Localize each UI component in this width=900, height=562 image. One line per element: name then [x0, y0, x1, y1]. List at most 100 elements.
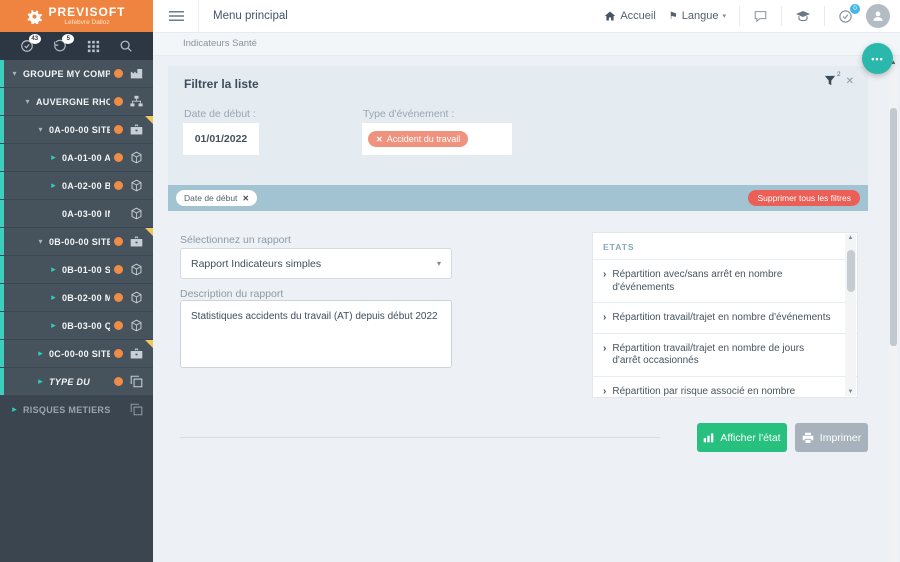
tree-item-label: 0A-02-00 BU [62, 180, 110, 191]
tree-item-label: 0A-00-00 SITE D [49, 124, 110, 135]
show-report-button[interactable]: Afficher l'état [697, 423, 787, 452]
home-icon [604, 10, 616, 22]
event-type-input[interactable]: ✕ Accident du travail [362, 123, 512, 155]
report-select-value: Rapport Indicateurs simples [191, 257, 322, 270]
tree-chevron-icon[interactable]: ▸ [34, 348, 47, 359]
tree-item[interactable]: ▾ AUVERGNE RHON [0, 88, 153, 116]
tree-item[interactable]: ▸ 0A-01-00 ATI [0, 144, 153, 172]
briefcase-icon [130, 235, 144, 248]
tasks-badge: 43 [28, 34, 41, 44]
status-dot [114, 377, 123, 386]
etat-item[interactable]: › Répartition travail/trajet en nombre d… [593, 303, 857, 334]
gears-logo-icon [27, 9, 43, 24]
clear-all-filters-button[interactable]: Supprimer tous les filtres [748, 190, 860, 206]
etats-list: › Répartition avec/sans arrêt en nombre … [593, 260, 857, 398]
cube-icon [130, 263, 144, 276]
tree-item-label: 0B-02-00 MA [62, 292, 110, 303]
history-badge: 5 [62, 34, 75, 44]
active-indicator [0, 200, 4, 227]
tree-item[interactable]: ▸ 0B-02-00 MA [0, 284, 153, 312]
scroll-down-icon[interactable]: ▼ [848, 388, 854, 396]
tree-item[interactable]: ▸ 0B-01-00 SIT [0, 256, 153, 284]
search-icon[interactable] [119, 39, 133, 53]
etat-item[interactable]: › Répartition avec/sans arrêt en nombre … [593, 260, 857, 303]
industry-icon [130, 67, 144, 80]
cube-icon [130, 291, 144, 304]
breadcrumb: Indicateurs Santé [183, 38, 257, 49]
tree-item[interactable]: ▾ GROUPE MY COMPAI [0, 60, 153, 88]
active-indicator [0, 144, 4, 171]
cube-icon [130, 151, 144, 164]
filter-chip[interactable]: Date de début ✕ [176, 190, 258, 206]
user-avatar[interactable] [866, 4, 890, 28]
tree-chevron-icon[interactable]: ▾ [21, 97, 34, 106]
home-link[interactable]: Accueil [604, 10, 656, 22]
filter-panel: Filtrer la liste 2 ✕ Date de début : Typ… [168, 66, 868, 185]
etat-item[interactable]: › Répartition par risque associé en nomb… [593, 377, 857, 398]
report-select[interactable]: Rapport Indicateurs simples ▾ [180, 248, 452, 279]
filter-count: 2 [836, 71, 841, 78]
etat-item-label: Répartition avec/sans arrêt en nombre d'… [612, 269, 783, 293]
tree-chevron-icon[interactable]: ▾ [34, 125, 47, 134]
remove-tag-icon[interactable]: ✕ [376, 135, 383, 144]
tree-chevron-icon[interactable]: ▾ [34, 237, 47, 246]
validations-badge: 0 [850, 3, 860, 14]
messages-icon[interactable] [753, 9, 768, 23]
active-indicator [0, 228, 4, 255]
event-tag-label: Accident du travail [386, 134, 461, 144]
tree-chevron-icon[interactable]: ▾ [8, 69, 21, 78]
status-dot [114, 69, 123, 78]
apps-grid-icon[interactable] [87, 40, 100, 53]
tree-chevron-icon[interactable]: ▸ [8, 404, 21, 415]
scrollbar-thumb[interactable] [890, 108, 897, 346]
main-content: Filtrer la liste 2 ✕ Date de début : Typ… [153, 56, 900, 562]
sidebar-iconbar: 43 5 [0, 32, 153, 60]
report-desc-textarea[interactable]: Statistiques accidents du travail (AT) d… [180, 300, 452, 368]
tree-item-label: 0A-01-00 ATI [62, 152, 110, 163]
history-icon[interactable]: 5 [53, 34, 75, 53]
tree-item[interactable]: ▸ RISQUES METIERS TR [0, 396, 153, 424]
home-label: Accueil [620, 10, 656, 22]
filter-icon[interactable]: 2 [824, 71, 841, 87]
tree-item[interactable]: ▸ 0B-03-00 QU [0, 312, 153, 340]
tree-chevron-icon[interactable]: ▸ [34, 376, 47, 387]
page-scrollbar[interactable]: ▲ [889, 56, 898, 562]
tree-chevron-icon[interactable]: ▸ [47, 292, 60, 303]
active-indicator [0, 312, 4, 339]
print-button[interactable]: Imprimer [795, 423, 868, 452]
tree-chevron-icon[interactable]: ▸ [47, 320, 60, 331]
status-dot [114, 237, 123, 246]
status-dot [114, 293, 123, 302]
tree-item-label: 0B-01-00 SIT [62, 264, 110, 275]
tree-item-label: AUVERGNE RHON [36, 96, 110, 107]
tree-item[interactable]: ▸ 0A-02-00 BU [0, 172, 153, 200]
chevron-right-icon: › [603, 385, 607, 397]
active-indicator [0, 368, 4, 395]
scroll-up-icon[interactable]: ▲ [848, 234, 854, 242]
tree-item[interactable]: ▾ 0A-00-00 SITE D [0, 116, 153, 144]
tasks-check-icon[interactable]: 43 [20, 34, 41, 53]
training-icon[interactable] [795, 10, 811, 23]
scrollbar-thumb[interactable] [846, 250, 855, 292]
tree-chevron-icon[interactable]: ▸ [47, 180, 60, 191]
etats-scrollbar[interactable]: ▲ ▼ [845, 234, 856, 396]
language-selector[interactable]: ⚑ Langue ▾ [669, 10, 726, 22]
hamburger-menu-icon[interactable] [169, 10, 184, 22]
tree-item[interactable]: ▾ 0B-00-00 SITE D [0, 228, 153, 256]
tree-item[interactable]: ▸ TYPE DU [0, 368, 153, 396]
etat-item[interactable]: › Répartition travail/trajet en nombre d… [593, 334, 857, 377]
event-tag[interactable]: ✕ Accident du travail [368, 131, 469, 147]
tree-chevron-icon[interactable]: ▸ [47, 152, 60, 163]
tree-item[interactable]: ▸ 0C-00-00 SITE D [0, 340, 153, 368]
tree-chevron-icon[interactable]: ▸ [47, 264, 60, 275]
tree-item[interactable]: 0A-03-00 INF [0, 200, 153, 228]
start-date-input[interactable]: 01/01/2022 [183, 123, 259, 155]
close-icon[interactable]: ✕ [846, 76, 854, 87]
remove-chip-icon[interactable]: ✕ [242, 194, 249, 203]
divider [824, 6, 825, 26]
more-actions-fab[interactable]: ••• [862, 43, 893, 74]
etat-item-label: Répartition travail/trajet en nombre d'é… [612, 312, 831, 323]
validations-icon[interactable]: 0 [838, 3, 860, 24]
bar-chart-icon [703, 432, 714, 443]
flag-corner [145, 116, 153, 124]
